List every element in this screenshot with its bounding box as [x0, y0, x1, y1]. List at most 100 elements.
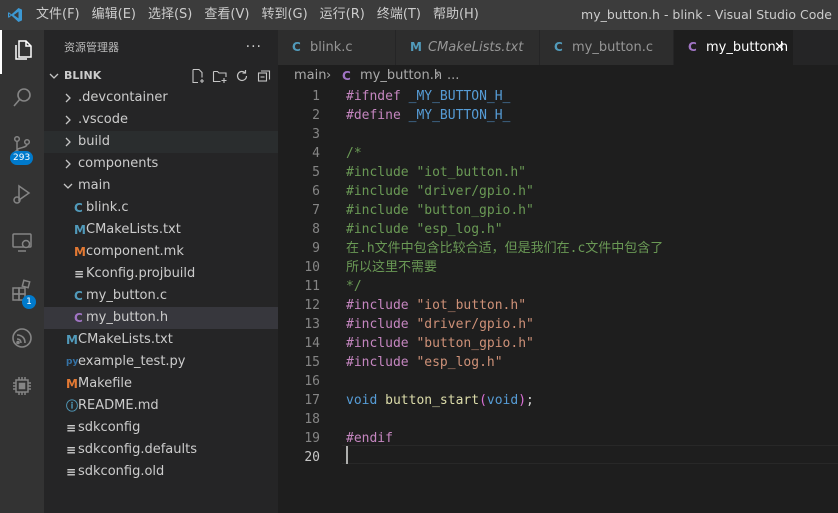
- makefile-icon: M: [66, 377, 78, 391]
- code-line: #include "driver/gpio.h": [346, 315, 534, 334]
- tree-folder[interactable]: main: [44, 175, 278, 197]
- tree-item-label: build: [78, 134, 110, 149]
- menu-item[interactable]: 选择(S): [142, 0, 198, 30]
- explorer-button[interactable]: [0, 30, 44, 74]
- line-number: 12: [304, 298, 320, 313]
- editor-tab[interactable]: Cmy_button.c: [540, 30, 674, 65]
- breadcrumb-folder[interactable]: main: [294, 65, 326, 87]
- menu-item[interactable]: 转到(G): [255, 0, 313, 30]
- code-line: #include "esp_log.h": [346, 353, 503, 372]
- tree-item-label: components: [78, 156, 159, 171]
- tree-item-label: .devcontainer: [78, 90, 168, 105]
- menu-item[interactable]: 查看(V): [198, 0, 255, 30]
- tree-item-label: Makefile: [78, 376, 133, 391]
- menu-item[interactable]: 帮助(H): [427, 0, 485, 30]
- chip-button[interactable]: [0, 366, 44, 410]
- extensions-button[interactable]: 1: [0, 270, 44, 314]
- line-number: 20: [304, 450, 320, 465]
- text-file-icon: ≡: [66, 421, 77, 435]
- remote-explorer-button[interactable]: [0, 222, 44, 266]
- code-token: #include: [346, 355, 417, 370]
- title-bar: 文件(F) 编辑(E) 选择(S) 查看(V) 转到(G) 运行(R) 终端(T) 帮助(H)…: [0, 0, 838, 30]
- workspace-name: BLINK: [64, 69, 102, 82]
- breadcrumb-symbols[interactable]: ...: [447, 65, 459, 87]
- breadcrumb-separator: ›: [326, 68, 332, 83]
- tree-file[interactable]: ⓘ README.md: [44, 395, 278, 417]
- more-actions-button[interactable]: ···: [246, 30, 262, 65]
- tree-file[interactable]: M CMakeLists.txt: [44, 329, 278, 351]
- code-token: #ifndef: [346, 89, 409, 104]
- search-button[interactable]: [0, 78, 44, 122]
- editor-tab[interactable]: Cmy_button.h ✕: [674, 30, 794, 65]
- source-control-button[interactable]: 293: [0, 126, 44, 170]
- menu-bar: 文件(F) 编辑(E) 选择(S) 查看(V) 转到(G) 运行(R) 终端(T) 帮助(H): [30, 0, 485, 30]
- menu-item[interactable]: 终端(T): [371, 0, 427, 30]
- code-line: #ifndef _MY_BUTTON_H_: [346, 87, 510, 106]
- code-token: #include "iot_button.h": [346, 165, 527, 180]
- tree-file[interactable]: M CMakeLists.txt: [44, 219, 278, 241]
- code-token: */: [346, 279, 362, 294]
- code-token: #include "button_gpio.h": [346, 203, 534, 218]
- h-file-icon: C: [74, 311, 83, 325]
- code-token: "button_gpio.h": [416, 336, 534, 351]
- tree-file[interactable]: Cmy_button.c: [44, 285, 278, 307]
- tab-label: my_button.c: [572, 40, 654, 55]
- menu-item[interactable]: 运行(R): [314, 0, 371, 30]
- line-number: 10: [304, 260, 320, 275]
- code-token: #include "driver/gpio.h": [346, 184, 534, 199]
- tree-folder[interactable]: components: [44, 153, 278, 175]
- code-token: /*: [346, 146, 362, 161]
- c-file-icon: C: [74, 289, 83, 303]
- editor-tab[interactable]: M CMakeLists.txt: [396, 30, 540, 65]
- current-line-highlight: [342, 445, 838, 464]
- tree-file[interactable]: Cmy_button.h: [44, 307, 278, 329]
- tree-item-label: my_button.h: [86, 310, 169, 325]
- tree-file[interactable]: ≡ Kconfig.projbuild: [44, 263, 278, 285]
- code-token: #include: [346, 336, 417, 351]
- line-number: 6: [312, 184, 320, 199]
- explorer-title: 资源管理器: [64, 41, 119, 54]
- tree-folder[interactable]: .vscode: [44, 109, 278, 131]
- breadcrumb-file[interactable]: my_button.h: [360, 65, 442, 87]
- run-debug-button[interactable]: [0, 174, 44, 218]
- code-line: 在.h文件中包含比较合适，但是我们在.c文件中包含了: [346, 239, 663, 258]
- file-tree: .devcontainer .vscode build components main C…: [44, 87, 278, 513]
- text-cursor: [346, 446, 348, 464]
- code-editor[interactable]: 1 #ifndef _MY_BUTTON_H_ 2 #define _MY_BUTTO…: [278, 87, 838, 513]
- line-number: 1: [312, 89, 320, 104]
- python-file-icon: py: [66, 357, 79, 367]
- text-file-icon: ≡: [66, 465, 77, 479]
- menu-item[interactable]: 文件(F): [30, 0, 86, 30]
- line-number: 17: [304, 393, 320, 408]
- tree-file[interactable]: ≡ sdkconfig.defaults: [44, 439, 278, 461]
- code-line: */: [346, 277, 362, 296]
- tree-item-label: CMakeLists.txt: [78, 332, 173, 347]
- esp-idf-button[interactable]: [0, 318, 44, 362]
- close-tab-icon[interactable]: ✕: [774, 30, 785, 65]
- code-token: #include: [346, 317, 417, 332]
- line-number: 13: [304, 317, 320, 332]
- tree-file[interactable]: Mcomponent.mk: [44, 241, 278, 263]
- tree-folder[interactable]: .devcontainer: [44, 87, 278, 109]
- tree-file[interactable]: Cblink.c: [44, 197, 278, 219]
- line-number: 16: [304, 374, 320, 389]
- code-token: _MY_BUTTON_H_: [408, 108, 511, 123]
- workspace-section-header[interactable]: BLINK: [44, 65, 278, 87]
- c-file-icon: C: [74, 201, 83, 215]
- menu-item[interactable]: 编辑(E): [86, 0, 142, 30]
- editor-tab[interactable]: Cblink.c: [278, 30, 396, 65]
- tree-folder[interactable]: build: [44, 131, 278, 153]
- tree-file[interactable]: ≡ sdkconfig: [44, 417, 278, 439]
- code-token: #include "esp_log.h": [346, 222, 503, 237]
- tree-file[interactable]: ≡ sdkconfig.old: [44, 461, 278, 483]
- vscode-logo-icon: [0, 0, 30, 30]
- tree-item-label: example_test.py: [78, 354, 186, 369]
- explorer-header: 资源管理器 ···: [44, 30, 278, 65]
- code-line: #include "button_gpio.h": [346, 334, 534, 353]
- code-line: void button_start(void);: [346, 391, 534, 410]
- tree-file[interactable]: M Makefile: [44, 373, 278, 395]
- code-token: 在.h文件中包含比较合适，但是我们在.c文件中包含了: [346, 241, 664, 256]
- tree-item-label: Kconfig.projbuild: [86, 266, 196, 281]
- tree-file[interactable]: py example_test.py: [44, 351, 278, 373]
- c-file-icon: C: [292, 40, 301, 54]
